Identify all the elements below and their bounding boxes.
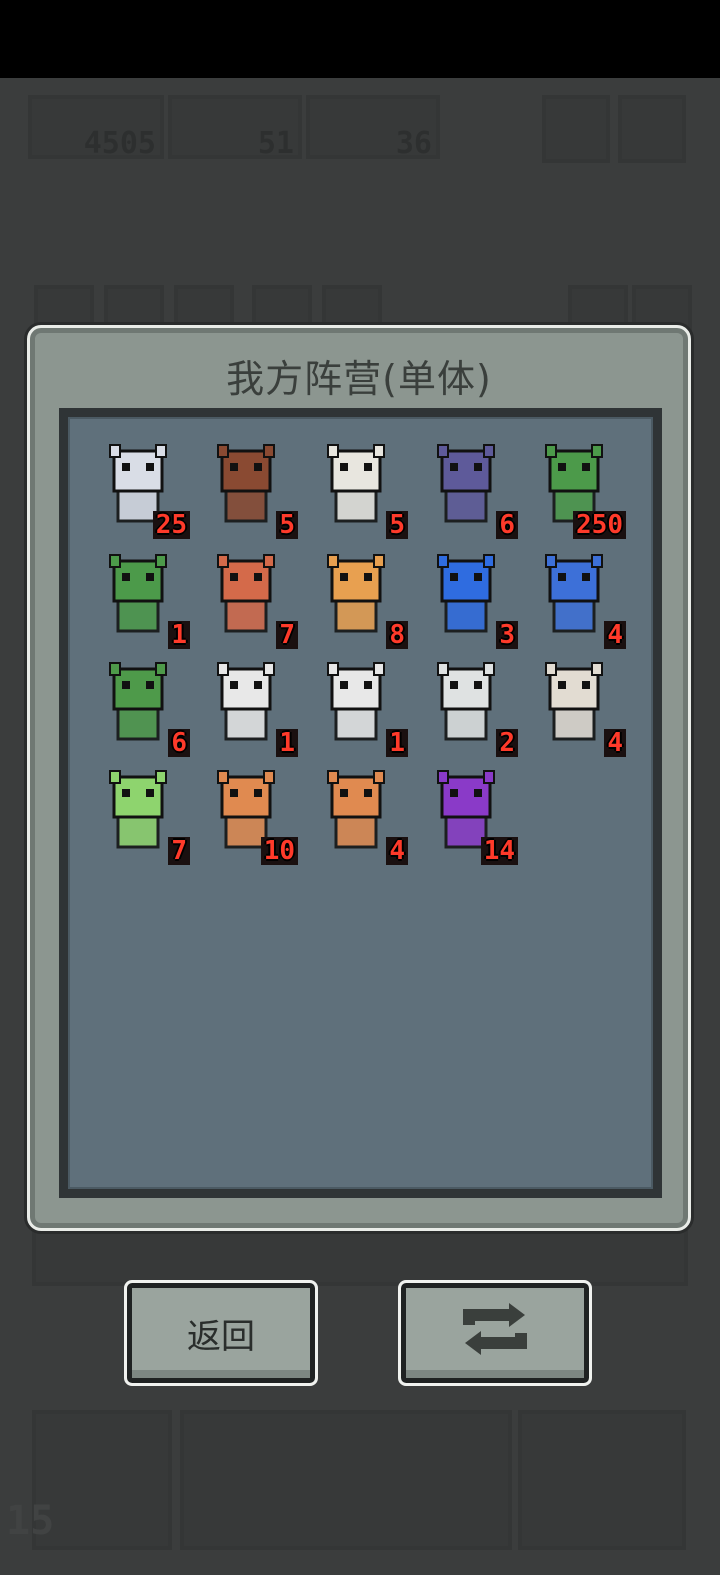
unit-card[interactable]: 25 <box>90 441 190 541</box>
unit-level: 3 <box>496 621 518 649</box>
unit-card[interactable]: 5 <box>198 441 298 541</box>
panel-title: 我方阵营(单体) <box>226 357 492 401</box>
unit-level: 5 <box>386 511 408 539</box>
strip-under-panel <box>32 1228 688 1286</box>
unit-card[interactable]: 2 <box>418 659 518 759</box>
unit-level: 25 <box>152 511 190 539</box>
unit-level: 2 <box>496 729 518 757</box>
unit-card[interactable]: 1 <box>308 659 408 759</box>
unit-level: 8 <box>386 621 408 649</box>
unit-level: 250 <box>573 511 626 539</box>
resource-monsters: 51 <box>168 95 302 161</box>
unit-card[interactable]: 10 <box>198 767 298 867</box>
turn-counter: 15 <box>6 1498 55 1544</box>
unit-level: 7 <box>276 621 298 649</box>
unit-card[interactable]: 7 <box>90 767 190 867</box>
monster-count: 51 <box>257 126 294 161</box>
unit-level: 4 <box>604 729 626 757</box>
unit-card[interactable]: 3 <box>418 551 518 651</box>
help-button[interactable] <box>542 95 610 163</box>
back-button[interactable]: 返回 <box>124 1280 318 1386</box>
unit-grid: 25 5 5 6 250 1 7 8 3 4 6 1 1 2 4 7 10 4 14 <box>59 408 662 1198</box>
hero-button[interactable] <box>518 1410 686 1550</box>
unit-level: 1 <box>386 729 408 757</box>
unit-level: 14 <box>480 837 518 865</box>
unit-level: 4 <box>604 621 626 649</box>
feather-count: 4505 <box>83 126 156 161</box>
refresh-button[interactable] <box>398 1280 592 1386</box>
unit-card[interactable]: 1 <box>90 551 190 651</box>
team-panel: 我方阵营(单体) 25 5 5 6 250 1 7 8 3 4 6 1 1 2 4 7 10 4 14 <box>27 325 691 1231</box>
unit-level: 6 <box>496 511 518 539</box>
unit-card[interactable]: 4 <box>308 767 408 867</box>
unit-card[interactable]: 1 <box>198 659 298 759</box>
unit-card[interactable]: 14 <box>418 767 518 867</box>
unit-card[interactable]: 4 <box>526 659 626 759</box>
resource-feathers: 4505 <box>28 95 164 161</box>
unit-card[interactable]: 6 <box>90 659 190 759</box>
unit-level: 1 <box>276 729 298 757</box>
unit-level: 10 <box>260 837 298 865</box>
center-slot[interactable] <box>180 1410 512 1550</box>
refresh-icon <box>455 1301 535 1366</box>
unit-card[interactable]: 4 <box>526 551 626 651</box>
unit-card[interactable]: 7 <box>198 551 298 651</box>
unit-level: 7 <box>168 837 190 865</box>
unit-level: 6 <box>168 729 190 757</box>
unit-card[interactable]: 6 <box>418 441 518 541</box>
edit-button[interactable] <box>618 95 686 163</box>
unit-level: 5 <box>276 511 298 539</box>
unit-card[interactable]: 5 <box>308 441 408 541</box>
unit-card[interactable]: 8 <box>308 551 408 651</box>
energy-count: 36 <box>395 126 432 161</box>
resource-energy: 36 <box>306 95 440 161</box>
unit-card[interactable]: 250 <box>526 441 626 541</box>
unit-level: 4 <box>386 837 408 865</box>
unit-level: 1 <box>168 621 190 649</box>
back-label: 返回 <box>187 1316 255 1357</box>
